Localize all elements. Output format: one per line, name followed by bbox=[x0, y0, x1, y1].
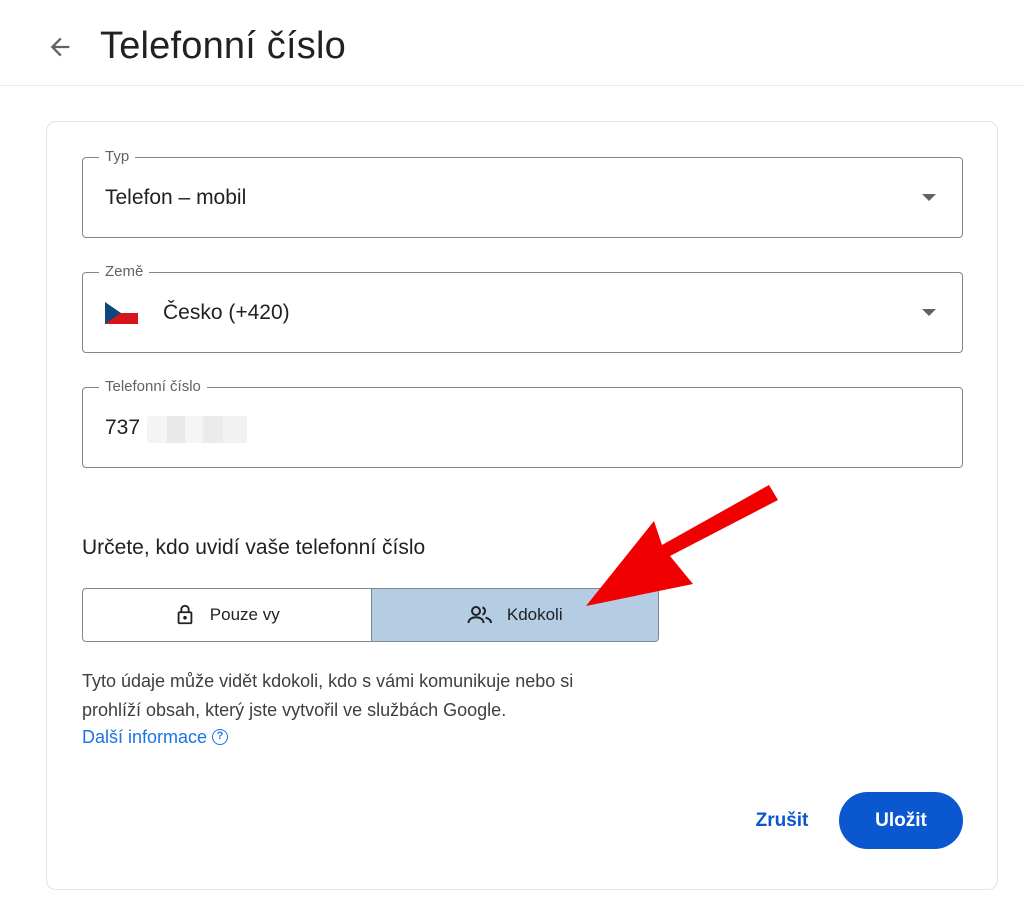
country-label: Země bbox=[99, 263, 150, 281]
page-header: Telefonní číslo bbox=[0, 0, 1024, 86]
phone-number-input[interactable]: Telefonní číslo 737 bbox=[82, 378, 963, 468]
phone-label: Telefonní číslo bbox=[99, 378, 207, 396]
cancel-button[interactable]: Zrušit bbox=[740, 800, 824, 842]
option-only-you-label: Pouze vy bbox=[209, 605, 280, 624]
description-line-1: Tyto údaje může vidět kdokoli, kdo s vám… bbox=[82, 671, 574, 691]
learn-more-label: Další informace bbox=[82, 727, 208, 747]
visibility-description: Tyto údaje může vidět kdokoli, kdo s vám… bbox=[82, 667, 682, 725]
czech-flag-icon bbox=[105, 302, 138, 324]
type-value: Telefon – mobil bbox=[105, 186, 247, 209]
type-select[interactable]: Typ Telefon – mobil bbox=[82, 148, 963, 238]
help-icon: ? bbox=[212, 729, 229, 745]
people-icon bbox=[467, 606, 492, 624]
country-select[interactable]: Země Česko (+420) bbox=[82, 263, 963, 353]
learn-more-link[interactable]: Další informace ? bbox=[82, 724, 229, 750]
dropdown-arrow-icon bbox=[922, 309, 936, 316]
save-button[interactable]: Uložit bbox=[839, 792, 963, 849]
dropdown-arrow-icon bbox=[922, 194, 936, 201]
type-label: Typ bbox=[99, 148, 136, 166]
page-title: Telefonní číslo bbox=[100, 25, 346, 67]
blurred-number bbox=[147, 416, 247, 443]
back-button[interactable] bbox=[40, 27, 80, 67]
description-line-2: prohlíží obsah, který jste vytvořil ve s… bbox=[82, 700, 507, 720]
visibility-toggle: Pouze vy Kdokoli bbox=[82, 588, 659, 642]
option-anyone[interactable]: Kdokoli bbox=[370, 589, 658, 641]
visibility-heading: Určete, kdo uvidí vaše telefonní číslo bbox=[82, 536, 426, 559]
phone-value[interactable]: 737 bbox=[105, 415, 140, 441]
lock-icon bbox=[177, 604, 193, 625]
option-anyone-label: Kdokoli bbox=[506, 605, 563, 624]
country-value: Česko (+420) bbox=[163, 301, 290, 324]
arrow-left-icon bbox=[50, 37, 70, 57]
option-only-you[interactable]: Pouze vy bbox=[83, 589, 371, 641]
